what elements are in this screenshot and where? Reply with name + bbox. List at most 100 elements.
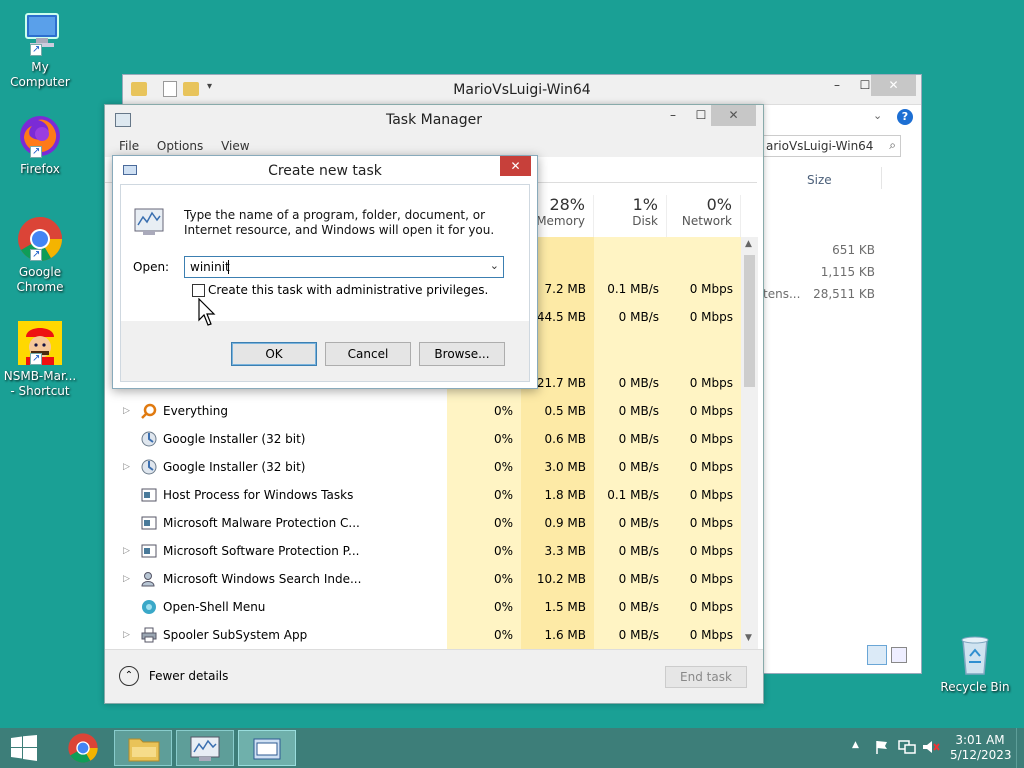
search-icon: ⌕ <box>889 138 896 152</box>
fewer-details-link[interactable]: ⌃ Fewer details <box>119 666 228 686</box>
table-row[interactable]: ▷ Spooler SubSystem App 0% 1.6 MB 0 MB/s… <box>105 621 741 649</box>
browse-button[interactable]: Browse... <box>419 342 505 366</box>
table-row[interactable]: Microsoft Malware Protection C... 0% 0.9… <box>105 509 741 537</box>
table-row[interactable]: Open-Shell Menu 0% 1.5 MB 0 MB/s 0 Mbps <box>105 593 741 621</box>
dialog-title-bar[interactable]: Create new task ✕ <box>113 156 537 184</box>
explorer-close-button[interactable]: ✕ <box>871 75 916 96</box>
desktop-icon-label: NSMB-Mar... - Shortcut <box>3 369 77 398</box>
end-task-button[interactable]: End task <box>665 666 747 688</box>
help-icon[interactable]: ? <box>897 109 913 125</box>
table-row[interactable]: ▷ Google Installer (32 bit) 0% 3.0 MB 0 … <box>105 453 741 481</box>
task-manager-close-button[interactable]: ✕ <box>711 105 756 126</box>
task-manager-minimize-button[interactable]: – <box>659 105 687 126</box>
start-button[interactable] <box>0 728 48 768</box>
explorer-title-bar[interactable]: ▾ MarioVsLuigi-Win64 – ☐ ✕ <box>123 75 921 105</box>
disk-cell: 0 MB/s <box>618 516 659 530</box>
show-hidden-icons-button[interactable]: ▲ <box>852 740 859 750</box>
explorer-minimize-button[interactable]: – <box>823 75 851 96</box>
network-icon[interactable] <box>898 739 916 758</box>
process-name: Spooler SubSystem App <box>163 628 308 642</box>
disk-cell: 0.1 MB/s <box>607 488 659 502</box>
details-view-icon[interactable] <box>867 645 887 665</box>
disk-cell: 0 MB/s <box>618 544 659 558</box>
desktop-icon-nsmb-shortcut[interactable]: NSMB-Mar... - Shortcut <box>0 319 80 399</box>
table-row[interactable]: ▷ Microsoft Windows Search Inde... 0% 10… <box>105 565 741 593</box>
taskbar: ▲ 3:01 AM 5/12/2023 <box>0 728 1024 768</box>
create-new-task-dialog[interactable]: Create new task ✕ Type the name of a pro… <box>112 155 538 389</box>
network-column-header[interactable]: 0% Network <box>667 195 741 237</box>
dialog-inner-panel: Type the name of a program, folder, docu… <box>121 185 529 321</box>
disk-column-header[interactable]: 1% Disk <box>594 195 667 237</box>
disk-cell: 0 MB/s <box>618 376 659 390</box>
table-row[interactable]: Google Installer (32 bit) 0% 0.6 MB 0 MB… <box>105 425 741 453</box>
ok-button[interactable]: OK <box>231 342 317 366</box>
chevron-down-icon[interactable]: ⌄ <box>490 259 499 272</box>
scrollbar-thumb[interactable] <box>744 255 755 387</box>
open-input[interactable]: wininit <box>190 260 230 274</box>
process-name: Everything <box>163 404 228 418</box>
explorer-search-box[interactable]: arioVsLuigi-Win64 ⌕ <box>763 135 901 157</box>
taskbar-chrome[interactable] <box>54 730 112 766</box>
open-label: Open: <box>133 260 170 274</box>
folder-icon <box>128 738 160 762</box>
action-center-flag-icon[interactable] <box>874 739 890 758</box>
network-cell: 0 Mbps <box>689 460 733 474</box>
cpu-cell: 0% <box>493 432 513 446</box>
dialog-close-button[interactable]: ✕ <box>500 156 531 176</box>
process-name: Open-Shell Menu <box>163 600 266 614</box>
show-desktop-button[interactable] <box>1016 728 1024 768</box>
expand-arrow-icon[interactable]: ▷ <box>123 453 130 481</box>
table-row[interactable]: ▷ Microsoft Software Protection P... 0% … <box>105 537 741 565</box>
task-manager-footer: ⌃ Fewer details End task <box>105 649 763 703</box>
desktop-icon-my-computer[interactable]: My Computer <box>0 10 80 90</box>
memory-cell: 0.9 MB <box>544 516 586 530</box>
large-icons-view-icon[interactable] <box>891 647 907 663</box>
open-combobox[interactable]: wininit ⌄ <box>184 256 504 278</box>
dialog-description: Type the name of a program, folder, docu… <box>184 208 495 237</box>
expand-arrow-icon[interactable]: ▷ <box>123 537 130 565</box>
clock[interactable]: 3:01 AM 5/12/2023 <box>950 733 1012 763</box>
chrome-icon <box>16 215 64 263</box>
cpu-cell: 0% <box>493 600 513 614</box>
expand-arrow-icon[interactable]: ▷ <box>123 565 130 593</box>
memory-cell: 0.6 MB <box>544 432 586 446</box>
taskbar-run-dialog[interactable] <box>238 730 296 766</box>
expand-arrow-icon[interactable]: ▷ <box>123 621 130 649</box>
process-name: Microsoft Software Protection P... <box>163 544 360 558</box>
table-row[interactable]: ▷ Everything 0% 0.5 MB 0 MB/s 0 Mbps <box>105 397 741 425</box>
desktop-icon-recycle-bin[interactable]: Recycle Bin <box>935 630 1015 695</box>
desktop-icon-label: Recycle Bin <box>940 680 1010 694</box>
process-list-scrollbar[interactable]: ▲ ▼ <box>741 237 758 649</box>
process-name: Google Installer (32 bit) <box>163 432 306 446</box>
task-manager-title-bar[interactable]: Task Manager – ☐ ✕ <box>105 105 763 135</box>
admin-checkbox[interactable] <box>192 284 205 297</box>
size-column-header[interactable]: Size <box>807 173 832 187</box>
expand-arrow-icon[interactable]: ▷ <box>123 397 130 425</box>
desktop-icon-label: Firefox <box>20 162 60 176</box>
desktop-icon-firefox[interactable]: Firefox <box>0 112 80 177</box>
clock-date: 5/12/2023 <box>950 748 1012 762</box>
menu-file[interactable]: File <box>119 139 139 153</box>
installer-icon <box>141 459 157 475</box>
installer-icon <box>141 431 157 447</box>
admin-checkbox-label[interactable]: Create this task with administrative pri… <box>208 283 488 297</box>
disk-cell: 0 MB/s <box>618 432 659 446</box>
taskbar-task-manager[interactable] <box>176 730 234 766</box>
volume-muted-icon[interactable] <box>922 739 940 758</box>
memory-cell: 1.5 MB <box>544 600 586 614</box>
open-shell-icon <box>141 599 157 615</box>
network-cell: 0 Mbps <box>689 488 733 502</box>
scroll-down-icon[interactable]: ▼ <box>745 633 752 643</box>
search-indexer-icon <box>141 571 157 587</box>
mouse-cursor-icon <box>198 297 218 331</box>
table-row[interactable]: Host Process for Windows Tasks 0% 1.8 MB… <box>105 481 741 509</box>
desktop-icon-google-chrome[interactable]: Google Chrome <box>0 215 80 295</box>
menu-options[interactable]: Options <box>157 139 203 153</box>
cancel-button[interactable]: Cancel <box>325 342 411 366</box>
desktop-icon-label: My Computer <box>10 60 70 89</box>
menu-view[interactable]: View <box>221 139 249 153</box>
service-window-icon <box>141 515 157 531</box>
taskbar-file-explorer[interactable] <box>114 730 172 766</box>
scroll-up-icon[interactable]: ▲ <box>745 239 752 249</box>
explorer-expand-chevron-icon[interactable]: ⌄ <box>873 109 882 122</box>
